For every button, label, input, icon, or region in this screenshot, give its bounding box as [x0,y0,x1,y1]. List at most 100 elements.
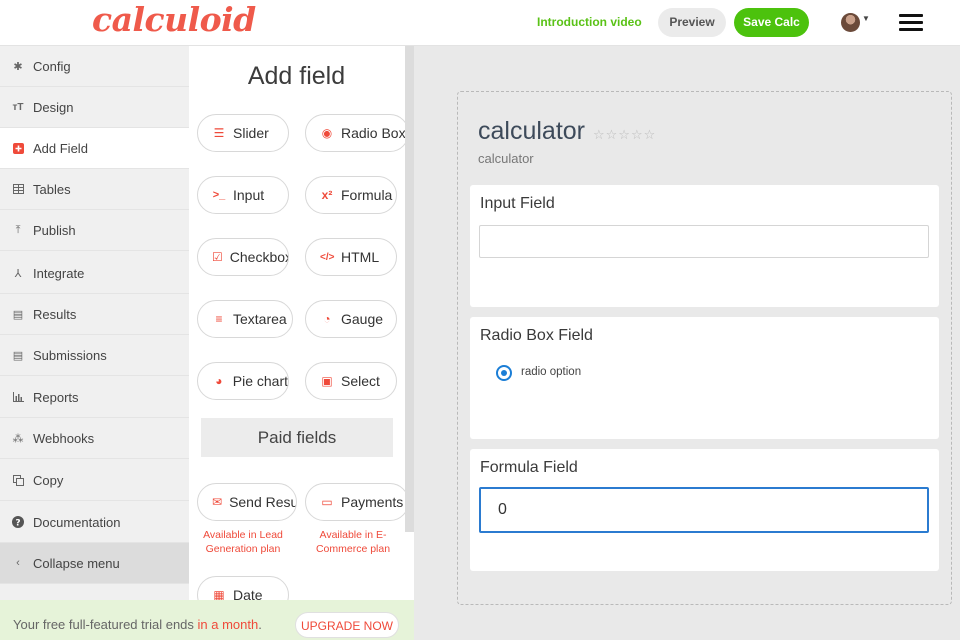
introduction-video-link[interactable]: Introduction video [537,15,642,29]
integrate-icon: ⅄ [14,267,22,280]
hamburger-menu-icon[interactable] [899,14,923,32]
sidebar-item-label: Documentation [33,514,121,530]
sidebar-item-config[interactable]: ✱ Config [0,46,189,87]
webhook-icon: ⁂ [12,432,24,445]
formula-field-label: Formula Field [480,459,578,476]
button-label: Pie chart [232,373,288,389]
svg-text:?: ? [15,518,20,528]
button-label: Checkbox [229,249,289,265]
trial-banner: Your free full-featured trial ends in a … [0,600,414,640]
lead-generation-plan-note: Available in Lead Generation plan [203,529,283,555]
input-field[interactable] [479,225,929,258]
e-commerce-plan-note: Available in E-Commerce plan [315,529,391,555]
calendar-icon: ▦ [213,588,225,600]
sidebar-item-publish[interactable]: ⤒ Publish [0,210,189,251]
sidebar-item-webhooks[interactable]: ⁂ Webhooks [0,418,189,459]
add-slider-button[interactable]: ☰ Slider [197,114,289,152]
sidebar-item-label: Integrate [33,265,85,281]
save-calc-button[interactable]: Save Calc [734,8,809,37]
radio-option-label[interactable]: radio option [521,366,581,378]
upgrade-now-button[interactable]: UPGRADE NOW [295,612,399,638]
plus-square-icon [12,142,24,154]
sidebar-item-label: Copy [33,472,64,488]
radio-button[interactable] [496,365,512,381]
gear-icon: ✱ [13,60,23,73]
checkbox-icon: ☑ [212,250,223,264]
archive-icon: ▤ [12,308,24,321]
pie-chart-icon: ◕ [215,374,223,388]
sidebar-item-collapse-menu[interactable]: ‹ Collapse menu [0,543,189,584]
text-size-icon: ᴛT [12,101,24,113]
calculator-subtitle: calculator [478,151,534,166]
avatar[interactable] [841,13,860,32]
question-icon: ? [12,516,24,528]
add-input-button[interactable]: >_ Input [197,176,289,214]
button-label: Payments [341,494,404,510]
trial-text-before: Your free full-featured trial ends [13,617,198,632]
trial-text-after: . [258,617,262,632]
add-pie-chart-button[interactable]: ◕ Pie chart [197,362,289,400]
calculator-title[interactable]: calculator [478,117,585,146]
sidebar-item-copy[interactable]: Copy [0,460,189,501]
terminal-icon: >_ [212,189,226,201]
button-label: Radio Box [341,125,406,141]
add-payments-button[interactable]: ▭ Payments [305,483,409,521]
button-label: Date [233,587,263,600]
gauge-icon: ◔ [323,312,331,326]
logo[interactable]: calculoid [92,0,256,39]
upload-icon: ⤒ [15,223,21,236]
add-radio-box-button[interactable]: ◉ Radio Box [305,114,409,152]
sidebar-item-results[interactable]: ▤ Results [0,294,189,335]
sidebar-item-label: Submissions [33,347,107,363]
add-date-button[interactable]: ▦ Date [197,576,289,600]
bar-chart-icon [12,391,24,403]
radio-icon: ◉ [321,126,333,140]
add-html-button[interactable]: </> HTML [305,238,397,276]
sidebar-item-add-field[interactable]: Add Field [0,128,189,169]
sidebar-item-label: Add Field [33,140,88,156]
input-field-label: Input Field [480,195,555,212]
money-icon: ▭ [321,495,333,509]
button-label: HTML [341,249,380,265]
sidebar-item-label: Tables [33,181,71,197]
add-checkbox-button[interactable]: ☑ Checkbox [197,238,289,276]
add-select-button[interactable]: ▣ Select [305,362,397,400]
sidebar-item-design[interactable]: ᴛT Design [0,87,189,128]
sidebar-item-label: Results [33,306,77,322]
add-textarea-button[interactable]: ≡ Textarea [197,300,293,338]
formula-field-card[interactable]: Formula Field 0 [470,449,939,571]
envelope-icon: ✉ [212,495,223,509]
top-bar: calculoid Introduction video Preview Sav… [0,0,960,46]
sliders-icon: ☰ [213,126,225,140]
preview-button[interactable]: Preview [658,8,726,37]
add-gauge-button[interactable]: ◔ Gauge [305,300,397,338]
button-label: Formula [341,187,393,203]
sidebar-item-documentation[interactable]: ? Documentation [0,502,189,543]
sidebar-item-label: Collapse menu [33,555,120,571]
input-field-card[interactable]: Input Field [470,185,939,307]
sidebar-item-integrate[interactable]: ⅄ Integrate [0,253,189,294]
trial-text-highlight: in a month [197,617,259,632]
sidebar-item-label: Config [33,58,71,74]
superscript-icon: x² [321,188,333,202]
radio-box-field-card[interactable]: Radio Box Field radio option [470,317,939,439]
add-send-result-button[interactable]: ✉ Send Result [197,483,297,521]
add-field-title: Add field [247,62,346,90]
caret-down-icon[interactable]: ▼ [862,14,870,23]
sidebar-item-label: Reports [33,389,79,405]
sidebar-item-label: Design [33,99,74,115]
select-icon: ▣ [321,374,333,388]
button-label: Send Result [229,494,296,510]
add-field-scrollbar[interactable] [405,46,414,532]
sidebar-item-tables[interactable]: Tables [0,169,189,210]
radio-box-field-label: Radio Box Field [480,327,593,344]
copy-icon [12,474,24,486]
formula-field[interactable]: 0 [479,487,929,533]
add-formula-button[interactable]: x² Formula [305,176,397,214]
button-label: Gauge [341,311,384,327]
sidebar-item-reports[interactable]: Reports [0,377,189,418]
sidebar-item-submissions[interactable]: ▤ Submissions [0,335,189,376]
archive-icon: ▤ [12,349,24,362]
star-rating[interactable]: ☆☆☆☆☆ [593,127,656,143]
button-label: Select [341,373,380,389]
